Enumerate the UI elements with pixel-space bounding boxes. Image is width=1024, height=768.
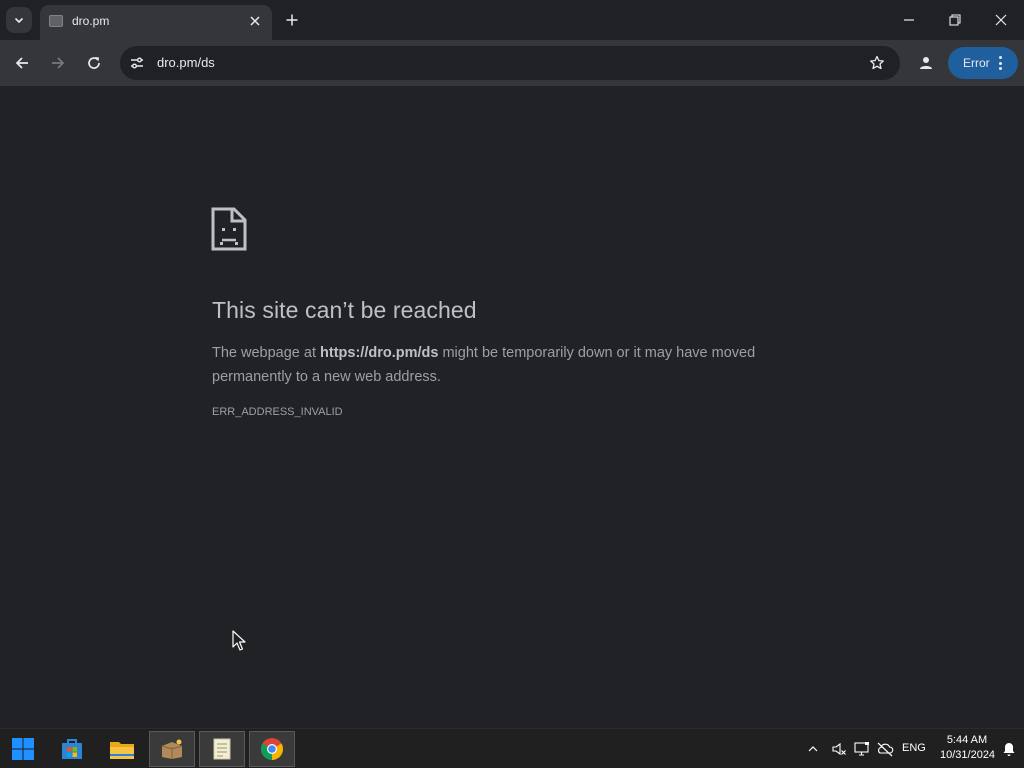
browser-tab[interactable]: dro.pm xyxy=(40,5,272,40)
error-title: This site can’t be reached xyxy=(212,297,477,323)
profile-button[interactable] xyxy=(914,51,938,75)
minimize-icon xyxy=(904,19,914,21)
notification-bell-icon[interactable] xyxy=(1000,740,1018,758)
store-icon xyxy=(62,739,82,759)
clock[interactable]: 5:44 AM 10/31/2024 xyxy=(940,733,996,763)
clock-time: 5:44 AM xyxy=(946,734,988,746)
store-button[interactable] xyxy=(49,731,95,767)
start-button[interactable] xyxy=(0,731,46,767)
error-code: ERR_ADDRESS_INVALID xyxy=(212,406,343,418)
tab-title: dro.pm xyxy=(72,14,110,28)
arrow-right-icon xyxy=(52,57,65,69)
tab-close-button[interactable] xyxy=(246,12,264,30)
bookmark-star-icon[interactable] xyxy=(868,54,886,72)
page-content: This site can’t be reached The webpage a… xyxy=(0,86,1024,728)
tab-strip: dro.pm xyxy=(0,0,1024,40)
favicon-icon xyxy=(49,15,63,27)
url-text[interactable]: dro.pm/ds xyxy=(157,55,215,70)
cloud-off-icon[interactable] xyxy=(876,740,894,758)
arrow-left-icon xyxy=(15,57,28,69)
tab-search-button[interactable] xyxy=(6,7,32,33)
chrome-button[interactable] xyxy=(249,731,295,767)
new-tab-button[interactable] xyxy=(282,10,302,30)
plus-icon xyxy=(286,14,298,26)
package-icon xyxy=(161,739,183,759)
show-hidden-icons-button[interactable] xyxy=(804,740,822,758)
clock-date: 10/31/2024 xyxy=(940,749,996,761)
kebab-menu-icon[interactable] xyxy=(998,56,1003,70)
taskbar: ENG 5:44 AM 10/31/2024 xyxy=(0,728,1024,768)
chrome-icon xyxy=(261,738,283,760)
error-desc-prefix: The webpage at xyxy=(212,345,321,361)
back-button[interactable] xyxy=(10,51,34,75)
error-description: The webpage at https://dro.pm/ds might b… xyxy=(212,341,812,389)
person-icon xyxy=(920,57,932,69)
file-explorer-button[interactable] xyxy=(99,731,145,767)
package-button[interactable] xyxy=(149,731,195,767)
reload-icon xyxy=(88,57,100,69)
reload-button[interactable] xyxy=(82,51,106,75)
sad-document-icon xyxy=(211,207,247,251)
file-explorer-icon xyxy=(110,742,134,759)
error-chip-button[interactable]: Error xyxy=(948,47,1018,79)
minimize-button[interactable] xyxy=(896,10,922,30)
notepad-button[interactable] xyxy=(199,731,245,767)
browser-toolbar: dro.pm/ds Error xyxy=(0,40,1024,86)
site-info-icon[interactable] xyxy=(127,53,147,73)
mouse-cursor-icon xyxy=(232,630,246,651)
chevron-up-icon xyxy=(808,746,818,752)
restore-button[interactable] xyxy=(942,10,968,30)
close-icon xyxy=(250,16,260,26)
error-chip-label: Error xyxy=(963,56,990,70)
window-close-button[interactable] xyxy=(988,10,1014,30)
address-bar[interactable]: dro.pm/ds xyxy=(120,46,900,80)
close-icon xyxy=(995,14,1007,26)
forward-button[interactable] xyxy=(46,51,70,75)
restore-icon xyxy=(949,14,961,26)
volume-muted-icon[interactable] xyxy=(830,740,848,758)
language-indicator[interactable]: ENG xyxy=(902,742,926,754)
start-icon xyxy=(12,738,34,760)
error-desc-url: https://dro.pm/ds xyxy=(320,345,439,361)
notepad-icon xyxy=(213,738,231,760)
chevron-down-icon xyxy=(14,17,24,24)
network-icon[interactable] xyxy=(853,740,871,758)
